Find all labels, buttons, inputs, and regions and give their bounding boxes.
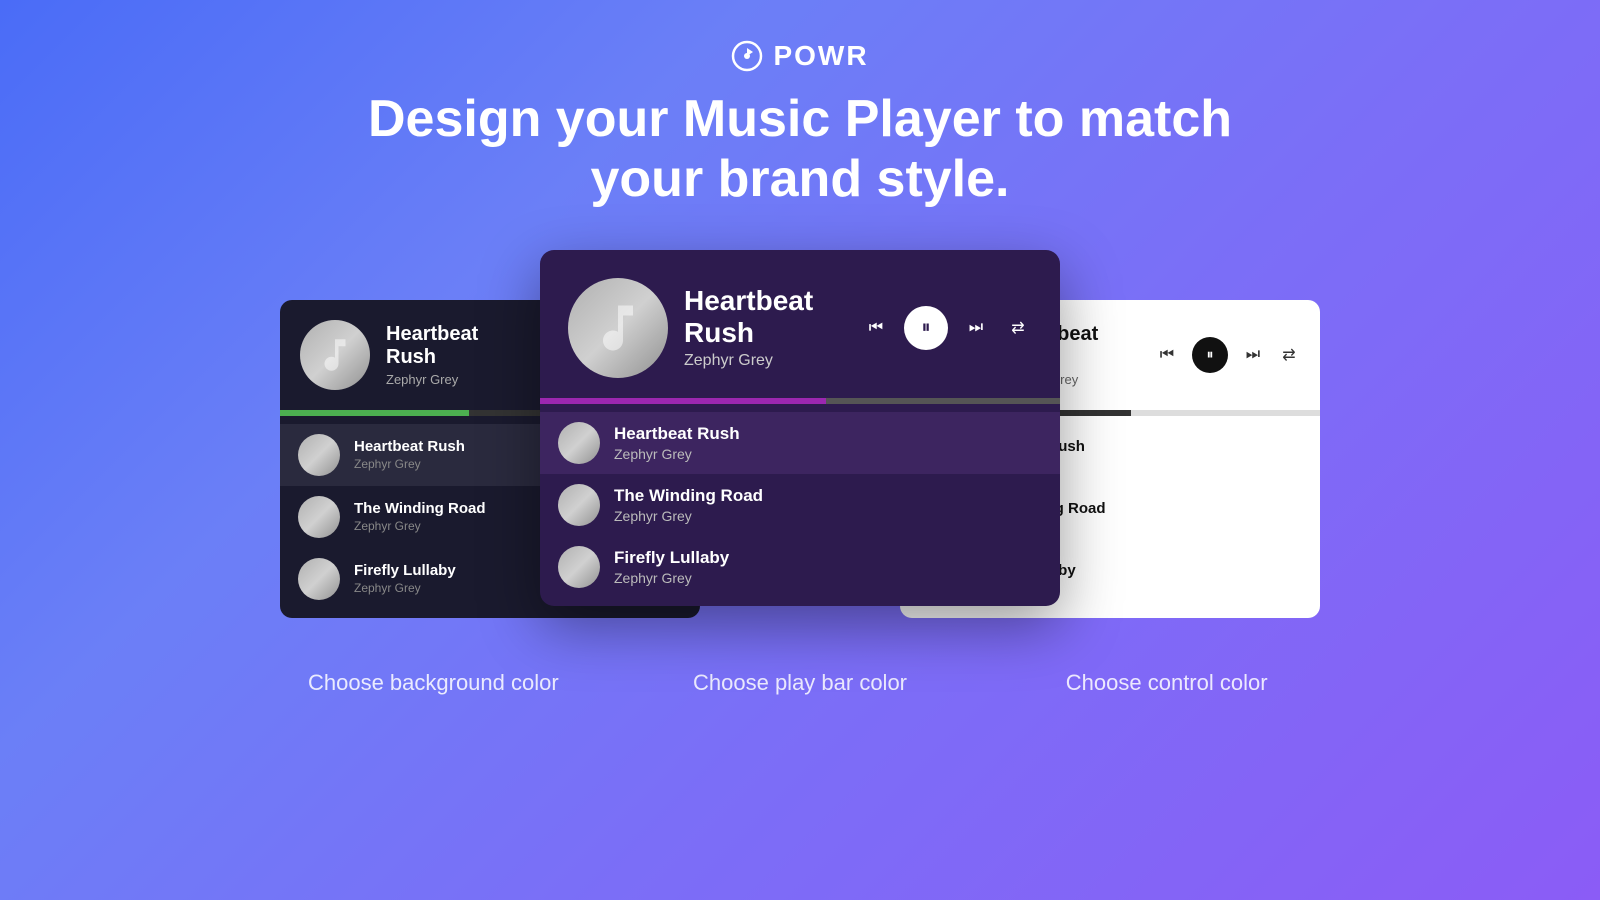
purple-prev-btn[interactable]: ⏮ (862, 314, 890, 342)
dark-progress-fill (280, 410, 469, 416)
purple-playlist: Heartbeat Rush Zephyr Grey The Winding R… (540, 404, 1060, 606)
purple-track2-title: The Winding Road (614, 486, 1042, 506)
purple-play-btn[interactable]: ⏸ (904, 306, 948, 350)
light-next-btn[interactable]: ⏭ (1242, 344, 1264, 366)
footer-labels: Choose background color Choose play bar … (250, 670, 1350, 696)
footer-label-bar: Choose play bar color (617, 670, 984, 696)
headline: Design your Music Player to match your b… (368, 90, 1232, 210)
purple-playlist-item-1[interactable]: Heartbeat Rush Zephyr Grey (540, 412, 1060, 474)
light-controls: ⏮ ⏸ ⏭ ⇄ (1156, 337, 1300, 373)
purple-track1-title: Heartbeat Rush (614, 424, 1042, 444)
dark-track1-art (298, 434, 340, 476)
purple-controls: ⏮ ⏸ ⏭ ⇄ (862, 306, 1032, 350)
dark-album-art (300, 320, 370, 390)
purple-playlist-item-2[interactable]: The Winding Road Zephyr Grey (540, 474, 1060, 536)
purple-now-playing: Heartbeat Rush Zephyr Grey ⏮ ⏸ ⏭ ⇄ (540, 250, 1060, 398)
purple-track2-art (558, 484, 600, 526)
dark-track2-art (298, 496, 340, 538)
light-shuffle-btn[interactable]: ⇄ (1278, 344, 1300, 366)
footer-label-ctrl: Choose control color (983, 670, 1350, 696)
light-prev-btn[interactable]: ⏮ (1156, 344, 1178, 366)
purple-track-artist: Zephyr Grey (684, 352, 846, 370)
purple-track1-art (558, 422, 600, 464)
purple-shuffle-btn[interactable]: ⇄ (1004, 314, 1032, 342)
logo-text: POWR (773, 40, 868, 72)
player-purple: Heartbeat Rush Zephyr Grey ⏮ ⏸ ⏭ ⇄ Heart… (540, 250, 1060, 606)
purple-track-info: Heartbeat Rush Zephyr Grey (684, 285, 846, 370)
dark-track-artist: Zephyr Grey (386, 372, 520, 387)
purple-track3-art (558, 546, 600, 588)
header: POWR Design your Music Player to match y… (368, 40, 1232, 210)
dark-track3-art (298, 558, 340, 600)
purple-next-btn[interactable]: ⏭ (962, 314, 990, 342)
players-container: Heartbeat Rush Zephyr Grey ⏮ ⏸ ⏭ ⇄ Heart… (250, 250, 1350, 630)
purple-album-art (568, 278, 668, 378)
purple-track1-artist: Zephyr Grey (614, 446, 1042, 462)
purple-progress-fill (540, 398, 826, 404)
purple-track3-title: Firefly Lullaby (614, 548, 1042, 568)
purple-track2-info: The Winding Road Zephyr Grey (614, 486, 1042, 524)
dark-track-title: Heartbeat Rush (386, 323, 520, 369)
purple-progress-bar[interactable] (540, 398, 1060, 404)
footer-label-bg: Choose background color (250, 670, 617, 696)
powr-logo-icon (731, 40, 763, 72)
light-play-btn[interactable]: ⏸ (1192, 337, 1228, 373)
purple-pause-icon: ⏸ (922, 317, 931, 338)
dark-track-info: Heartbeat Rush Zephyr Grey (386, 323, 520, 387)
purple-track3-info: Firefly Lullaby Zephyr Grey (614, 548, 1042, 586)
purple-track1-info: Heartbeat Rush Zephyr Grey (614, 424, 1042, 462)
purple-track-title: Heartbeat Rush (684, 285, 846, 349)
light-pause-icon: ⏸ (1207, 346, 1214, 363)
purple-track2-artist: Zephyr Grey (614, 508, 1042, 524)
logo-row: POWR (731, 40, 868, 72)
purple-playlist-item-3[interactable]: Firefly Lullaby Zephyr Grey (540, 536, 1060, 598)
purple-track3-artist: Zephyr Grey (614, 570, 1042, 586)
